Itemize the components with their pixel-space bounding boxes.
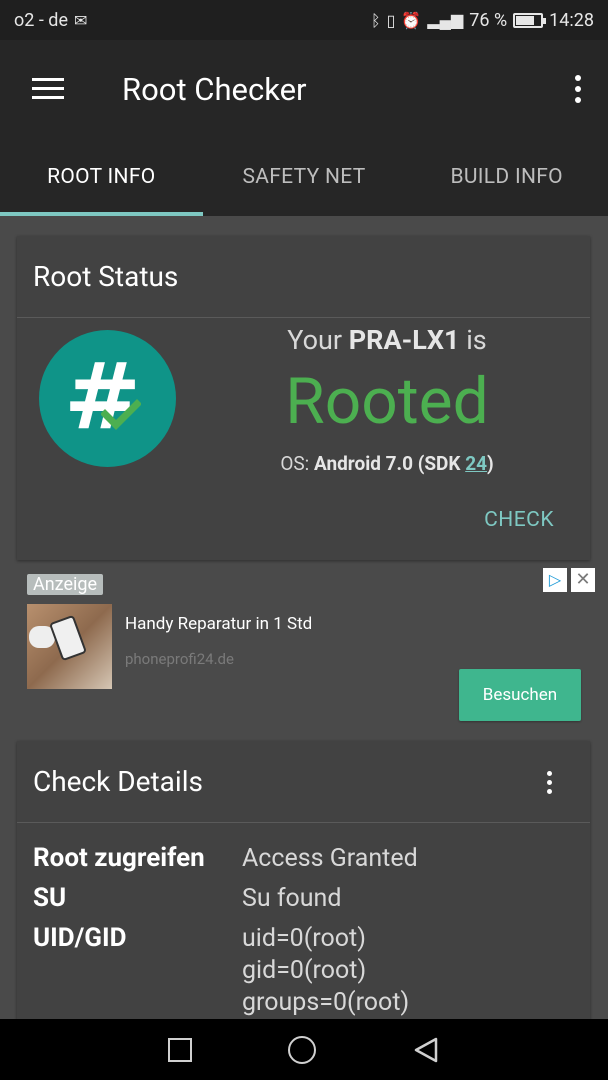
os-close: ) [487,452,494,475]
ad-label: Anzeige [27,574,104,595]
ad-domain: phoneprofi24.de [125,650,234,668]
tab-build-info[interactable]: BUILD INFO [405,138,608,216]
root-status-card: Root Status # Your PRA-LX1 is Rooted OS:… [17,236,590,560]
your-prefix: Your [287,324,343,356]
overflow-menu-button[interactable] [548,40,608,138]
root-checker-logo: # [39,330,176,467]
details-more-button[interactable] [547,771,552,794]
detail-value: uid=0(root) gid=0(root) groups=0(root) [242,924,410,1017]
detail-row: UID/GID uid=0(root) gid=0(root) groups=0… [33,923,574,1019]
root-status-title: Root Status [17,236,590,318]
ad-image[interactable] [27,604,112,689]
bluetooth-icon: ᛒ [370,10,381,30]
checkmark-icon [101,399,141,430]
check-details-title: Check Details [17,741,590,823]
device-line: Your PRA-LX1 is [217,324,557,356]
clock: 14:28 [549,9,594,31]
root-status-value: Rooted [285,364,489,439]
detail-value: Access Granted [242,844,418,873]
detail-row: SU Su found [33,883,574,915]
more-vert-icon [575,75,581,81]
recents-button[interactable] [168,1037,192,1062]
vibrate-icon: ▯ [386,10,396,30]
hamburger-icon [32,78,64,100]
menu-button[interactable] [0,40,96,138]
home-button[interactable] [288,1035,316,1064]
device-model: PRA-LX1 [348,324,460,356]
os-value: Android 7.0 (SDK 24) [314,452,494,475]
signal-icon: ▂▄▆ [427,10,464,29]
your-suffix: is [466,324,487,356]
mail-icon: ✉ [73,10,88,30]
tab-root-info[interactable]: ROOT INFO [0,138,203,216]
check-details-card: Check Details Root zugreifen Access Gran… [17,741,590,1031]
detail-row: Root zugreifen Access Granted [33,843,574,875]
detail-key: SU [33,883,67,913]
app-bar: Root Checker [0,40,608,138]
back-button[interactable] [412,1036,440,1064]
adchoices-icon[interactable]: ▷ [543,568,567,592]
status-bar: o2 - de ✉ ᛒ ▯ ⏰ ▂▄▆ 76 % 14:28 [0,0,608,40]
ad-banner[interactable]: Anzeige ▷ ✕ Handy Reparatur in 1 Std pho… [17,566,597,728]
ad-cta-button[interactable]: Besuchen [459,669,581,721]
detail-key: UID/GID [33,923,127,953]
app-title: Root Checker [122,70,307,108]
os-version: Android 7.0 (SDK [314,452,461,475]
alarm-icon: ⏰ [401,10,422,30]
os-label: OS: [280,452,310,475]
tab-bar: ROOT INFO SAFETY NET BUILD INFO [0,138,608,216]
system-nav-bar [0,1019,608,1080]
back-icon [414,1037,438,1062]
detail-key: Root zugreifen [33,843,205,873]
carrier-label: o2 - de [14,9,68,31]
sdk-link[interactable]: 24 [465,452,487,475]
battery-percent: 76 % [469,9,508,31]
os-line: OS: Android 7.0 (SDK 24) [217,452,557,475]
ad-headline[interactable]: Handy Reparatur in 1 Std [125,614,312,634]
ad-close-icon[interactable]: ✕ [571,568,595,592]
battery-icon [513,12,547,28]
tab-safety-net[interactable]: SAFETY NET [203,138,406,216]
detail-value: Su found [242,884,342,913]
more-vert-icon [547,771,552,776]
check-button[interactable]: CHECK [484,508,554,532]
